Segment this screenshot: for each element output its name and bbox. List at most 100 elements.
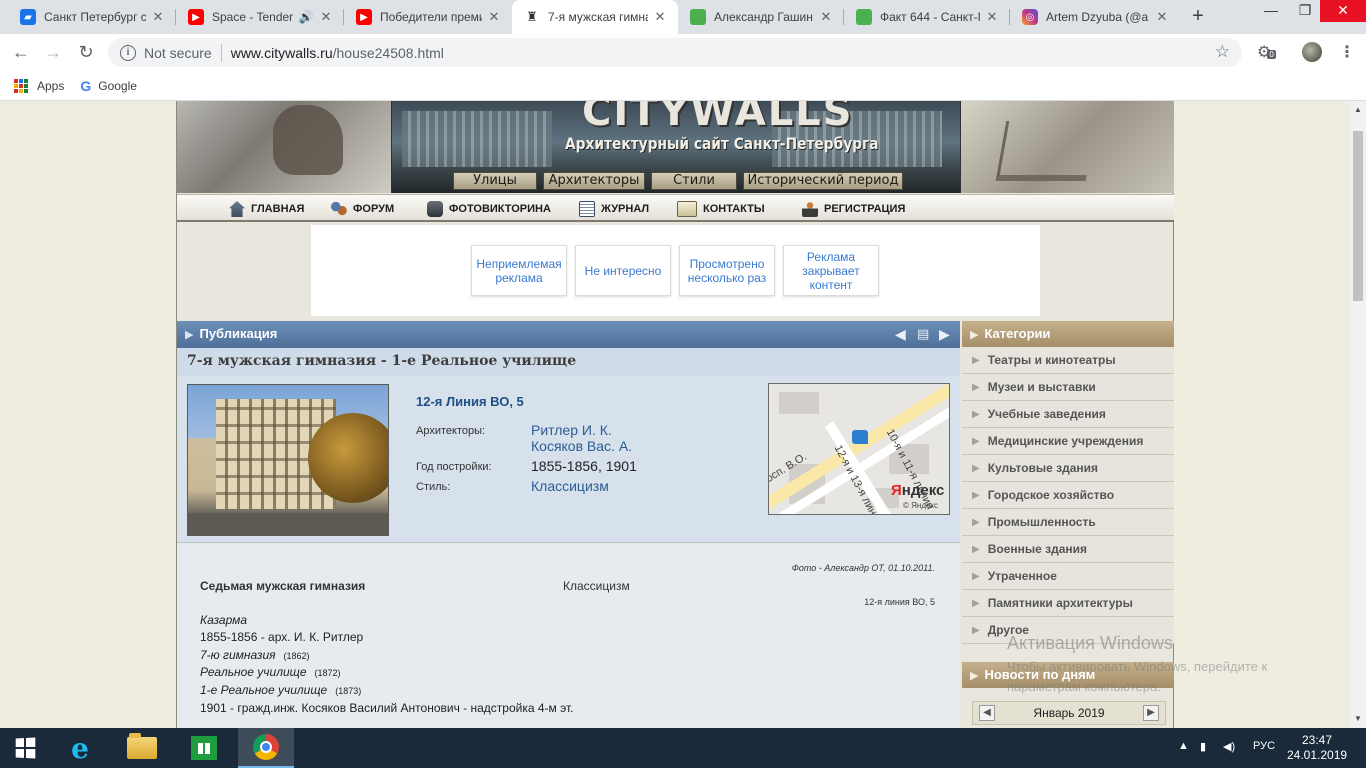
category-item[interactable]: ▶ Музеи и выставки [962,374,1174,401]
ad-feedback-covers-content-button[interactable]: Реклама закрывает контент [783,245,879,296]
category-item[interactable]: ▶ Медицинские учреждения [962,428,1174,455]
category-item[interactable]: ▶ Учебные заведения [962,401,1174,428]
close-tab-icon[interactable]: ✕ [486,9,502,25]
tab-5[interactable]: Факт 644 - Санкт-П ✕ [844,0,1010,34]
menu-item-contacts[interactable]: КОНТАКТЫ [677,201,765,217]
category-item[interactable]: ▶ Промышленность [962,509,1174,536]
chrome-menu-icon[interactable]: ⋮ [1339,42,1355,62]
triangle-right-icon: ▶ [970,670,979,682]
scroll-down-icon[interactable]: ▼ [1354,714,1362,723]
menu-item-home[interactable]: ГЛАВНАЯ [229,201,304,217]
page-scrollbar[interactable]: ▲ ▼ [1350,101,1366,728]
taskbar-clock[interactable]: 23:47 24.01.2019 [1287,733,1347,763]
map-pin-icon[interactable] [852,430,868,444]
calendar-prev-icon[interactable]: ◀ [979,705,995,721]
categories-list: ▶ Театры и кинотеатры ▶ Музеи и выставки ▶… [962,347,1174,644]
minimize-button[interactable]: — [1254,0,1288,22]
banner-nav-streets[interactable]: Улицы [453,172,537,190]
category-item[interactable]: ▶ Утраченное [962,563,1174,590]
url-path[interactable]: /house24508.html [333,45,444,61]
close-tab-icon[interactable]: ✕ [984,9,1000,25]
new-tab-button[interactable]: + [1186,5,1210,29]
url-host[interactable]: www.citywalls.ru [231,45,333,61]
extension-icon[interactable]: ⚙0 [1257,42,1276,62]
tab-0[interactable]: ▰ Санкт Петербург с ✕ [8,0,176,34]
close-tab-icon[interactable]: ✕ [818,9,834,25]
internet-explorer-icon: e [71,731,89,765]
apps-grid-icon [14,78,28,93]
forward-button[interactable]: → [42,42,64,64]
category-item[interactable]: ▶ Военные здания [962,536,1174,563]
triangle-right-icon: ▶ [972,570,980,582]
ad-feedback-seen-multiple-button[interactable]: Просмотрено несколько раз [679,245,775,296]
calendar-next-icon[interactable]: ▶ [1143,705,1159,721]
not-secure-label[interactable]: Not secure [144,45,212,61]
main-menu: ГЛАВНАЯ ФОРУМ ФОТОВИКТОРИНА ЖУРНАЛ КОНТА… [177,194,1174,222]
close-tab-icon[interactable]: ✕ [1154,9,1170,25]
category-item[interactable]: ▶ Культовые здания [962,455,1174,482]
building-photo[interactable] [187,384,389,536]
network-icon[interactable]: ▮ [1200,740,1206,753]
site-logo[interactable]: CITYWALLS [582,101,854,135]
volume-icon[interactable]: ◀) [1223,740,1235,753]
previous-arrow-icon[interactable]: ◀ [895,321,906,347]
close-tab-icon[interactable]: ✕ [150,9,166,25]
tab-4[interactable]: Александр Гашин ✕ [678,0,844,34]
banner-nav-styles[interactable]: Стили [651,172,737,190]
scroll-up-icon[interactable]: ▲ [1354,105,1362,114]
windows-taskbar: e ▲ ▮ ◀) РУС 23:47 24.01.2019 [0,728,1366,768]
close-window-button[interactable]: ✕ [1320,0,1366,22]
architect-link-ritler[interactable]: Ритлер И. К. [531,422,612,438]
style-link[interactable]: Классицизм [531,478,609,494]
restore-button[interactable]: ❐ [1288,0,1322,22]
back-button[interactable]: ← [10,42,32,64]
store-icon [191,736,217,760]
ad-feedback-unacceptable-button[interactable]: Неприемлемая реклама [471,245,567,296]
yandex-logo-text: ндекс [901,482,945,499]
taskbar-chrome[interactable] [238,728,294,768]
triangle-right-icon: ▶ [972,381,980,393]
tab-1[interactable]: ▶ Space - Tender 🔊 ✕ [176,0,344,34]
close-tab-icon[interactable]: ✕ [652,9,668,25]
audio-playing-icon[interactable]: 🔊 [298,10,314,24]
menu-item-registration[interactable]: РЕГИСТРАЦИЯ [802,201,905,217]
scrollbar-thumb[interactable] [1353,131,1363,301]
tab-2[interactable]: ▶ Победители преми ✕ [344,0,512,34]
tray-chevron-icon[interactable]: ▲ [1178,740,1189,752]
bookmark-google[interactable]: G Google [80,78,137,94]
profile-avatar[interactable] [1302,42,1322,62]
taskbar-internet-explorer[interactable]: e [52,728,108,768]
taskbar-file-explorer[interactable] [114,728,170,768]
category-item[interactable]: ▶ Городское хозяйство [962,482,1174,509]
close-tab-icon[interactable]: ✕ [318,9,334,25]
tab-3-active[interactable]: ♜ 7-я мужская гимна ✕ [512,0,678,34]
address-bar[interactable]: i Not secure www.citywalls.ru/house24508… [108,38,1242,67]
tab-6[interactable]: ◎ Artem Dzyuba (@a ✕ [1010,0,1180,34]
ad-feedback-not-interesting-button[interactable]: Не интересно [575,245,671,296]
language-indicator[interactable]: РУС [1253,740,1275,752]
history-line: 7-ю гимназия (1862) [200,648,310,662]
journal-icon [579,201,595,217]
next-arrow-icon[interactable]: ▶ [939,321,950,347]
category-item[interactable]: ▶ Памятники архитектуры [962,590,1174,617]
start-button[interactable] [0,728,50,768]
reload-button[interactable]: ↻ [75,42,97,64]
category-item[interactable]: ▶ Театры и кинотеатры [962,347,1174,374]
building-address-link[interactable]: 12-я Линия ВО, 5 [416,394,524,409]
taskbar-store[interactable] [176,728,232,768]
camera-icon [427,201,443,217]
banner-nav-period[interactable]: Исторический период [743,172,903,190]
green-favicon-icon [856,9,872,25]
yandex-map[interactable]: 10-я и 11-я линии 12-я и 13-я линии осп.… [768,383,950,515]
menu-item-journal[interactable]: ЖУРНАЛ [579,201,649,217]
architect-link-kosyakov[interactable]: Косяков Вас. А. [531,438,632,454]
bookmark-apps[interactable]: Apps [14,78,64,93]
menu-item-forum[interactable]: ФОРУМ [331,201,394,217]
list-icon[interactable]: ▤ [917,321,929,347]
info-icon[interactable]: i [120,44,136,61]
body-title: Седьмая мужская гимназия [200,579,366,593]
banner-nav-architects[interactable]: Архитекторы [543,172,645,190]
menu-item-photoquiz[interactable]: ФОТОВИКТОРИНА [427,201,551,217]
bookmark-star-icon[interactable]: ☆ [1215,42,1230,62]
chrome-icon [253,734,279,760]
